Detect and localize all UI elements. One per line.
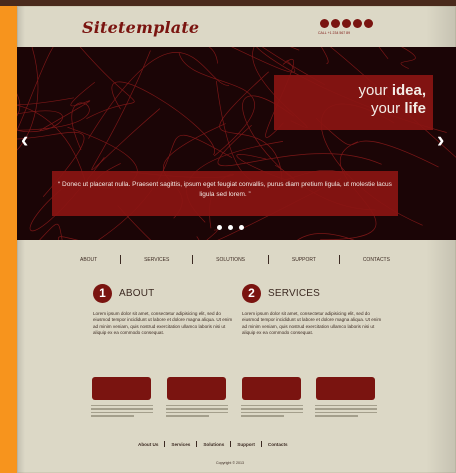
social-icon-3[interactable] [342,19,351,28]
nav-divider [192,255,194,264]
slider-headline-line2: your life [370,100,426,117]
nav-item-services[interactable]: SERVICES [144,257,169,263]
pattern-curve [111,81,215,156]
pattern-curve [378,47,389,60]
footer-divider [260,441,262,447]
pattern-curve [231,47,296,73]
section-text-about: Lorem ipsum dolor sit amet, consectetur … [93,311,233,335]
footer-link-solutions[interactable]: Solutions [203,442,224,447]
pattern-curve [400,47,416,69]
slider-quote: “ Donec ut placerat nulla. Praesent sagi… [58,181,392,198]
footer-link-contacts[interactable]: Contacts [268,442,288,447]
section-number-badge: 1 [93,284,112,303]
slider-headline-line1: your idea, [358,82,426,99]
nav-item-support[interactable]: SUPPORT [292,257,316,263]
footer-divider [164,441,166,447]
card-placeholder-text [91,405,153,419]
pattern-curve [91,50,161,171]
social-icon-4[interactable] [353,19,362,28]
footer-link-support[interactable]: Support [237,442,255,447]
section-number-badge: 2 [242,284,261,303]
pattern-curve [88,52,230,139]
feature-card-3[interactable] [242,377,301,400]
pattern-curve [297,233,355,240]
card-placeholder-text [241,405,303,419]
footer-link-services[interactable]: Services [171,442,190,447]
feature-card-2[interactable] [167,377,226,400]
next-slide-arrow-icon[interactable]: › [437,129,444,151]
social-icons [320,19,373,28]
slider-dots [217,225,244,230]
section-title-services: SERVICES [268,288,320,299]
copyright-text: Copyright © 2013 [216,461,245,465]
nav-item-solutions[interactable]: SOLUTIONS [216,257,245,263]
hero-slider: your idea, your life “ Donec ut placerat… [17,47,456,240]
nav-item-contacts[interactable]: CONTACTS [363,257,390,263]
footer-divider [196,441,198,447]
feature-card-1[interactable] [92,377,151,400]
social-icon-1[interactable] [320,19,329,28]
slider-dot-2[interactable] [228,225,233,230]
pattern-curve [39,82,96,131]
card-placeholder-text [315,405,377,419]
footer-nav: About Us Services Solutions Support Cont… [138,441,288,447]
pattern-curve [79,47,135,120]
section-text-services: Lorem ipsum dolor sit amet, consectetur … [242,311,382,335]
footer-link-about[interactable]: About Us [138,442,158,447]
pattern-curve [17,93,21,116]
social-icon-5[interactable] [364,19,373,28]
pattern-curve [178,52,255,157]
nav-item-about[interactable]: ABOUT [80,257,97,263]
card-placeholder-text [166,405,228,419]
section-title-about: ABOUT [119,288,155,299]
site-logo[interactable]: Sitetemplate [82,18,199,37]
nav-divider [267,255,269,264]
pattern-curve [208,47,218,64]
header-contact: CALL +1 234 567 89 [318,31,351,35]
slider-dot-3[interactable] [239,225,244,230]
pattern-curve [217,124,382,167]
slider-dot-1[interactable] [217,225,222,230]
nav-divider [338,255,340,264]
footer-divider [230,441,232,447]
social-icon-2[interactable] [331,19,340,28]
prev-slide-arrow-icon[interactable]: ‹ [21,129,28,151]
nav-divider [120,255,122,264]
feature-card-4[interactable] [316,377,375,400]
main-nav: ABOUT SERVICES SOLUTIONS SUPPORT CONTACT… [80,255,390,264]
